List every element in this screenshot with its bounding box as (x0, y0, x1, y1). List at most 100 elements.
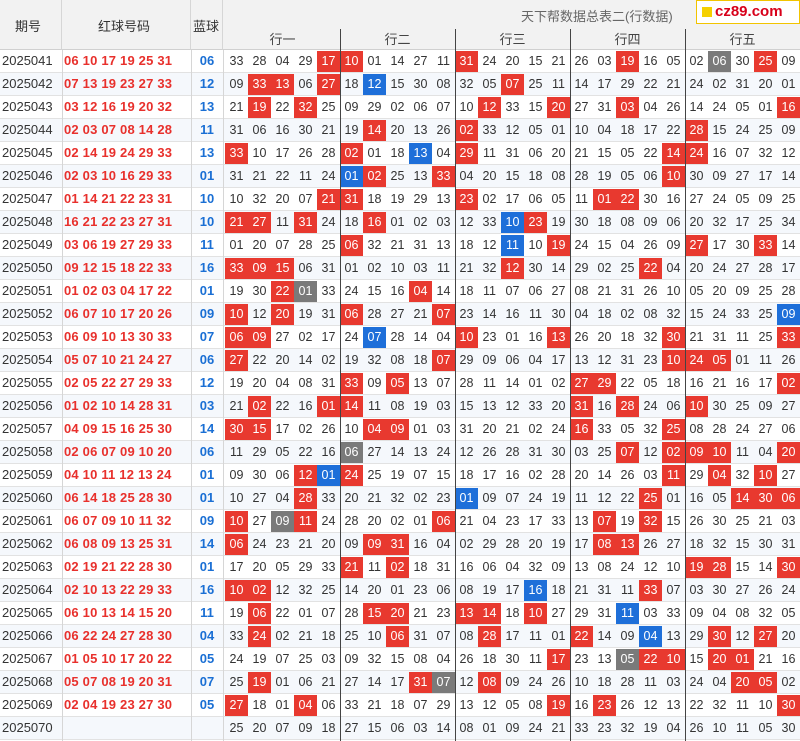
data-cell: 19 (229, 376, 244, 390)
data-cell: 29 (436, 698, 451, 712)
data-cell: 30 (781, 721, 796, 735)
data-cell: 05 (528, 123, 543, 137)
data-cell: 19 (616, 51, 639, 72)
data-cell: 19 (252, 652, 267, 666)
data-cell: 24 (340, 465, 363, 486)
data-cell: 27 (344, 721, 359, 735)
data-cell: 25 (528, 77, 543, 91)
data-cell: 10 (662, 166, 685, 187)
table-row[interactable]: 2025067 01 05 10 17 20 22 05 24 19 07 25 03 09 32… (0, 648, 800, 670)
table-row[interactable]: 2025064 02 10 13 22 29 33 16 10 02 12 32 25 14 20… (0, 579, 800, 601)
table-row[interactable]: 2025049 03 06 19 27 29 33 11 01 20 07 28 25 06 32… (0, 234, 800, 256)
data-cell: 11 (368, 560, 381, 574)
data-cell: 08 (528, 698, 543, 712)
table-row[interactable]: 2025044 02 03 07 08 14 28 11 31 06 16 30 21 19 14… (0, 119, 800, 141)
data-cell: 08 (574, 284, 589, 298)
data-cell: 06 (666, 215, 681, 229)
data-cell: 16 (712, 146, 727, 160)
data-cell: 20 (275, 353, 290, 367)
table-row[interactable]: 2025060 06 14 18 25 28 30 01 10 27 04 28 33 20 21… (0, 487, 800, 509)
data-cell: 20 (344, 491, 359, 505)
data-cell: 19 (248, 672, 271, 693)
data-cell: 11 (529, 629, 542, 643)
data-cell: 02 (551, 376, 566, 390)
data-cell: 32 (758, 606, 773, 620)
site-logo[interactable]: cz89.com (696, 0, 800, 24)
period-number: 2025064 (2, 582, 53, 597)
table-row[interactable]: 2025046 02 03 10 16 29 33 01 31 21 22 11 24 01 02… (0, 165, 800, 187)
period-number: 2025060 (2, 490, 53, 505)
table-row[interactable]: 2025063 02 19 21 22 28 30 01 17 20 05 29 33 21 11… (0, 556, 800, 578)
table-row[interactable]: 2025058 02 06 07 09 10 20 06 11 29 05 22 16 06 27… (0, 441, 800, 463)
table-row[interactable]: 2025059 04 10 11 12 13 24 01 09 30 06 12 01 24 25… (0, 464, 800, 486)
data-cell: 14 (363, 120, 386, 141)
red-ball-numbers: 04 10 11 12 13 24 (64, 467, 172, 482)
table-row[interactable]: 2025068 05 07 08 19 20 31 07 25 19 01 06 21 27 14… (0, 671, 800, 693)
period-number: 2025052 (2, 306, 53, 321)
data-cell: 12 (643, 560, 658, 574)
data-cell: 04 (436, 537, 451, 551)
data-cell: 32 (298, 583, 313, 597)
data-cell: 16 (597, 399, 612, 413)
data-cell: 33 (229, 629, 244, 643)
data-cell: 02 (248, 396, 271, 417)
table-row[interactable]: 2025055 02 05 22 27 29 33 12 19 20 04 08 31 33 09… (0, 372, 800, 394)
data-cell: 06 (321, 698, 336, 712)
blue-ball-header[interactable]: 蓝球 (191, 0, 223, 50)
data-cell: 04 (597, 123, 612, 137)
red-ball-numbers: 06 09 10 13 30 33 (64, 329, 173, 344)
table-row[interactable]: 2025069 02 04 19 23 27 30 05 27 18 01 04 06 33 21… (0, 694, 800, 716)
data-cell: 22 (620, 376, 635, 390)
table-row[interactable]: 2025051 01 02 03 04 17 22 01 19 30 22 01 33 24 15… (0, 280, 800, 302)
data-cell: 12 (505, 123, 520, 137)
data-cell: 19 (547, 695, 570, 716)
period-header[interactable]: 期号 (0, 0, 62, 50)
data-cell: 22 (616, 189, 639, 210)
data-cell: 24 (528, 675, 543, 689)
data-cell: 22 (639, 649, 662, 670)
data-cell: 01 (505, 330, 520, 344)
table-row[interactable]: 2025043 03 12 16 19 20 32 13 21 19 22 32 25 09 29… (0, 96, 800, 118)
data-cell: 07 (275, 652, 290, 666)
data-cell: 04 (436, 652, 451, 666)
blue-ball-number: 11 (200, 237, 214, 252)
table-row[interactable]: 2025057 04 09 15 16 25 30 14 30 15 17 02 26 10 04… (0, 418, 800, 440)
table-row[interactable]: 2025048 16 21 22 23 27 31 10 21 27 11 31 24 18 16… (0, 211, 800, 233)
table-row[interactable]: 2025061 06 07 09 10 11 32 09 10 27 09 11 24 28 20… (0, 510, 800, 532)
data-cell: 09 (344, 100, 359, 114)
data-cell: 05 (708, 350, 731, 371)
data-cell: 07 (593, 511, 616, 532)
table-row[interactable]: 2025052 06 07 10 17 20 26 09 10 12 20 19 31 06 28… (0, 303, 800, 325)
data-cell: 27 (574, 100, 589, 114)
table-row[interactable]: 2025045 02 14 19 24 29 33 13 33 10 17 26 28 02 01… (0, 142, 800, 164)
data-cell: 29 (574, 261, 589, 275)
table-row[interactable]: 2025047 01 14 21 22 23 31 10 10 32 20 07 21 31 18… (0, 188, 800, 210)
data-cell: 05 (712, 491, 727, 505)
data-cell: 26 (689, 514, 704, 528)
table-row[interactable]: 2025062 06 08 09 13 25 31 14 06 24 23 21 20 09 09… (0, 533, 800, 555)
data-cell: 21 (712, 376, 727, 390)
data-cell: 09 (482, 491, 497, 505)
table-row[interactable]: 2025042 07 13 19 23 27 33 12 09 33 13 06 27 18 12… (0, 73, 800, 95)
table-row[interactable]: 2025053 06 09 10 13 30 33 07 06 09 27 02 17 24 07… (0, 326, 800, 348)
table-row[interactable]: 2025041 06 10 17 19 25 31 06 33 28 04 29 17 10 01… (0, 50, 800, 72)
table-row[interactable]: 2025066 06 22 24 27 28 30 04 33 24 02 21 18 25 10… (0, 625, 800, 647)
data-cell: 14 (436, 721, 451, 735)
period-number: 2025061 (2, 513, 53, 528)
red-ball-header[interactable]: 红球号码 (62, 0, 191, 50)
table-row[interactable]: 2025056 01 02 10 14 28 31 03 21 02 22 16 01 14 11… (0, 395, 800, 417)
data-cell: 07 (363, 327, 386, 348)
data-cell: 13 (436, 192, 451, 206)
table-row[interactable]: 2025070 25 20 07 09 18 27 15 06 03 14 08 01 09 24 21 33 2… (0, 717, 800, 739)
data-cell: 23 (436, 491, 451, 505)
table-row[interactable]: 2025065 06 10 13 14 15 20 11 19 06 22 01 07 28 15… (0, 602, 800, 624)
data-cell: 24 (574, 238, 589, 252)
data-cell: 06 (298, 261, 313, 275)
data-cell: 17 (712, 238, 727, 252)
data-cell: 31 (620, 284, 635, 298)
table-row[interactable]: 2025050 09 12 15 18 22 33 16 33 09 15 06 31 01 02… (0, 257, 800, 279)
data-cell: 10 (344, 422, 359, 436)
data-cell: 13 (271, 74, 294, 95)
data-cell: 11 (529, 652, 542, 666)
table-row[interactable]: 2025054 05 07 10 21 24 27 06 27 22 20 14 02 19 32… (0, 349, 800, 371)
